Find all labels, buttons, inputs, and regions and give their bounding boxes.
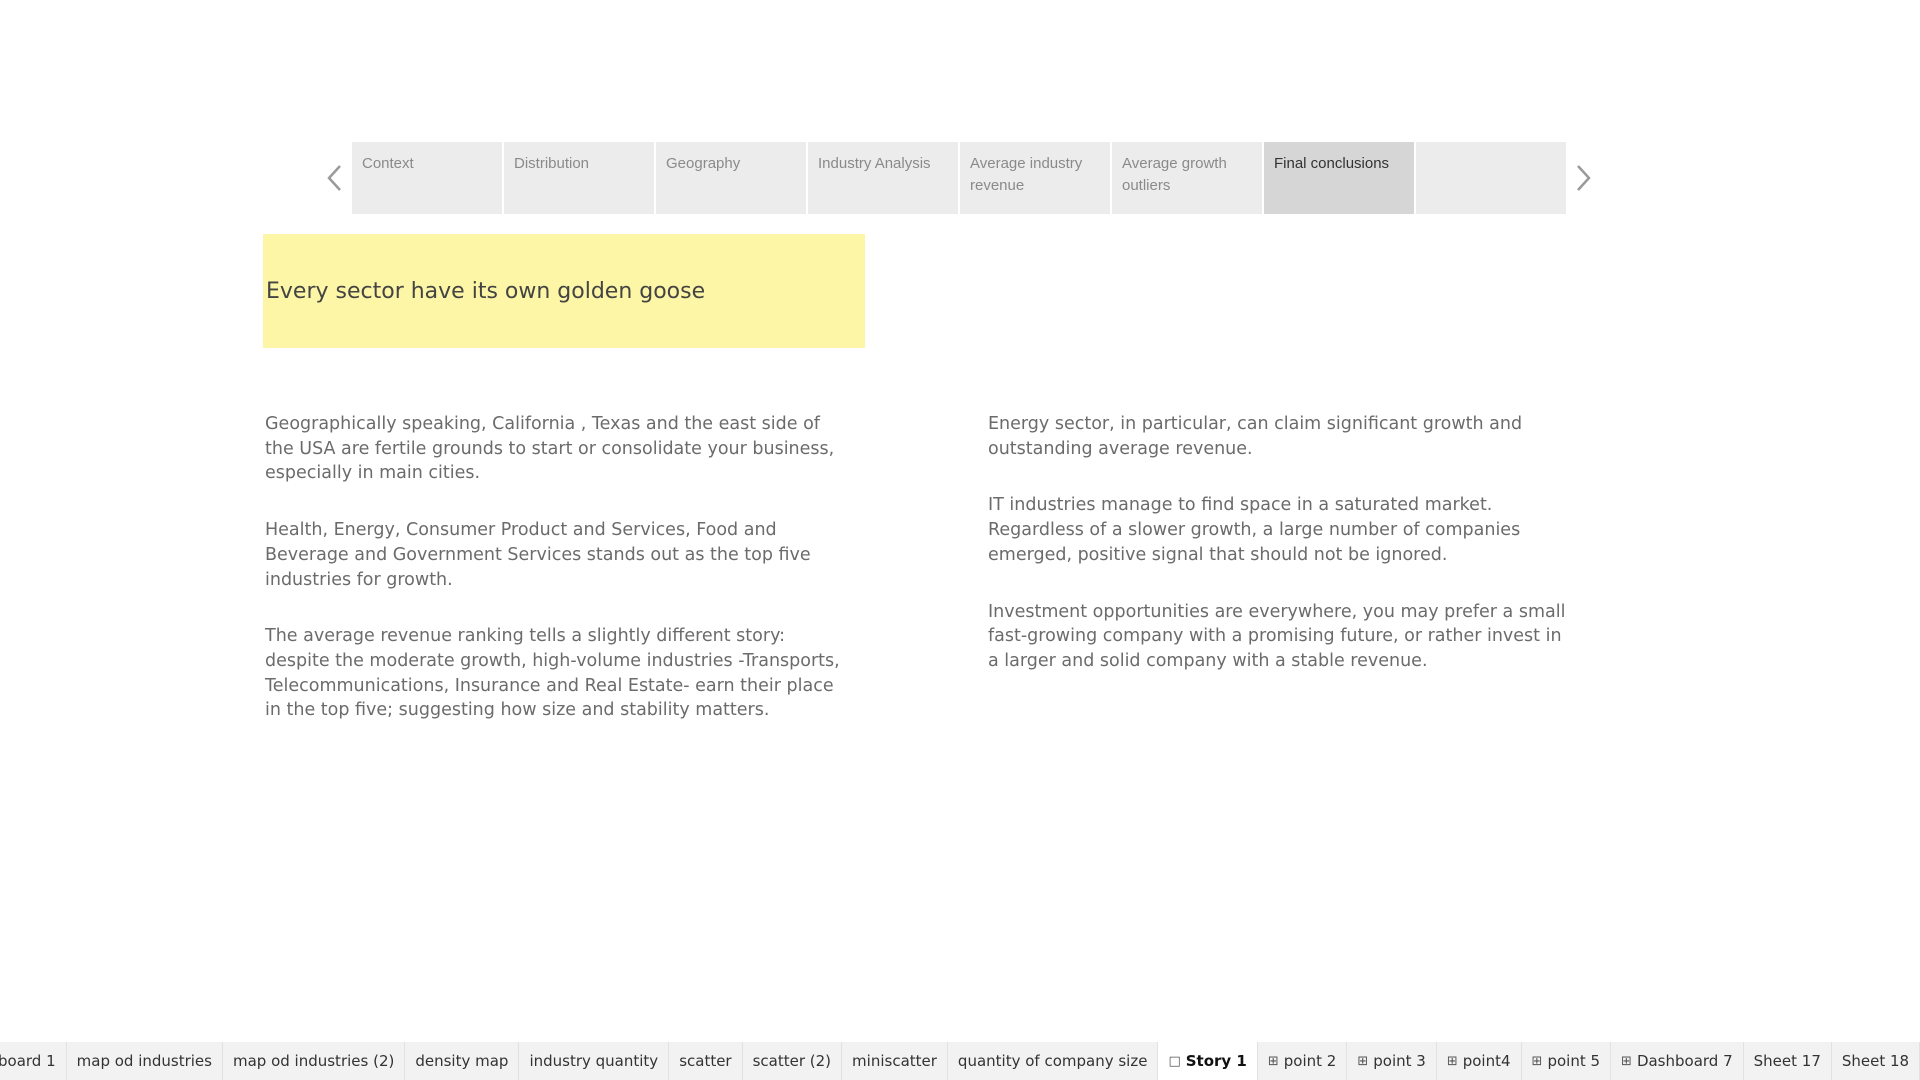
dashboard-icon: ⊞	[1621, 1053, 1632, 1069]
story-point-1[interactable]: Context	[352, 142, 502, 214]
story-icon: □	[1168, 1053, 1181, 1069]
sheet-tab-label: point 5	[1547, 1052, 1601, 1070]
sheet-tab-label: board 1	[0, 1052, 56, 1070]
dashboard-icon: ⊞	[1357, 1053, 1369, 1069]
sheet-tab-label: miniscatter	[852, 1052, 937, 1070]
sheet-tab[interactable]: ⊞ Dashboard 7	[1611, 1042, 1744, 1080]
sheet-tab[interactable]: Sheet 18	[1831, 1042, 1920, 1080]
sheet-tab[interactable]: industry quantity	[519, 1042, 670, 1080]
sheet-tab[interactable]: ⊞ point 5	[1521, 1042, 1612, 1080]
sheet-tab-label: map od industries (2)	[232, 1052, 395, 1070]
sheet-tab[interactable]: map od industries (2)	[222, 1042, 406, 1080]
right-text-column: Energy sector, in particular, can claim …	[988, 412, 1568, 706]
sheet-tab-label: density map	[415, 1052, 509, 1070]
sheet-tab[interactable]: ⊞ point 3	[1347, 1042, 1437, 1080]
chevron-left-icon	[327, 165, 341, 191]
sheet-tab[interactable]: miniscatter	[842, 1042, 948, 1080]
sheet-tab-label: point4	[1462, 1052, 1511, 1070]
chevron-right-icon	[1577, 165, 1591, 191]
title-box: Every sector have its own golden goose	[263, 234, 865, 348]
story-points: Context Distribution Geography Industry Ana…	[352, 142, 1566, 214]
story-navigator: Context Distribution Geography Industry Ana…	[318, 142, 1600, 214]
sheet-tab[interactable]: scatter	[669, 1042, 743, 1080]
next-point-arrow[interactable]	[1566, 142, 1600, 214]
story-point-7[interactable]: Final conclusions	[1264, 142, 1414, 214]
sheet-tab-label: Sheet 17	[1753, 1052, 1821, 1070]
story-point-5[interactable]: Average industry revenue	[960, 142, 1110, 214]
sheet-tab-label: Story 1	[1185, 1052, 1247, 1070]
sheet-tab[interactable]: board 1	[0, 1042, 67, 1080]
sheet-tab[interactable]: map od industries	[66, 1042, 223, 1080]
sheet-tab[interactable]: quantity of company size	[947, 1042, 1159, 1080]
sheet-tab[interactable]: Sheet 17	[1743, 1042, 1832, 1080]
sheet-tab-label: point 3	[1373, 1052, 1426, 1070]
sheet-tab-label: point 2	[1283, 1052, 1337, 1070]
paragraph: The average revenue ranking tells a slig…	[265, 626, 840, 721]
story-point-3[interactable]: Geography	[656, 142, 806, 214]
sheet-tab-bar: board 1 map od industries map od industrie…	[0, 1042, 1920, 1080]
previous-point-arrow[interactable]	[318, 142, 352, 214]
paragraph: IT industries manage to find space in a …	[988, 495, 1521, 565]
story-point-4[interactable]: Industry Analysis	[808, 142, 958, 214]
sheet-tab[interactable]: scatter (2)	[742, 1042, 843, 1080]
sheet-tab[interactable]: ⊞ point4	[1436, 1042, 1522, 1080]
dashboard-icon: ⊞	[1531, 1053, 1543, 1069]
story-point-8[interactable]	[1416, 142, 1566, 214]
paragraph: Geographically speaking, California , Te…	[265, 414, 835, 484]
dashboard-icon: ⊞	[1446, 1053, 1458, 1069]
sheet-tab-label: scatter	[679, 1052, 732, 1070]
paragraph: Health, Energy, Consumer Product and Ser…	[265, 520, 811, 590]
story-title: Every sector have its own golden goose	[266, 278, 706, 304]
paragraph: Energy sector, in particular, can claim …	[988, 414, 1523, 459]
sheet-tab-label: Sheet 18	[1841, 1052, 1910, 1070]
dashboard-icon: ⊞	[1267, 1053, 1279, 1069]
sheet-tab[interactable]: ⊞ point 2	[1257, 1042, 1348, 1080]
story-canvas: { "story": { "points": [ {"label": "Cont…	[0, 0, 1920, 1080]
sheet-tab-label: quantity of company size	[957, 1052, 1148, 1070]
sheet-tab-label: Dashboard 7	[1636, 1052, 1733, 1070]
sheet-tab[interactable]: □ Story 1	[1158, 1042, 1258, 1080]
left-text-column: Geographically speaking, California , Te…	[265, 412, 850, 755]
sheet-tabs: board 1 map od industries map od industrie…	[0, 1042, 1920, 1080]
paragraph: Investment opportunities are everywhere,…	[988, 601, 1566, 671]
sheet-tab-label: industry quantity	[529, 1052, 659, 1070]
sheet-tab-label: map od industries	[76, 1052, 212, 1070]
sheet-tab-label: scatter (2)	[752, 1052, 832, 1070]
story-point-6[interactable]: Average growth outliers	[1112, 142, 1262, 214]
story-point-2[interactable]: Distribution	[504, 142, 654, 214]
sheet-tab[interactable]: density map	[405, 1042, 520, 1080]
